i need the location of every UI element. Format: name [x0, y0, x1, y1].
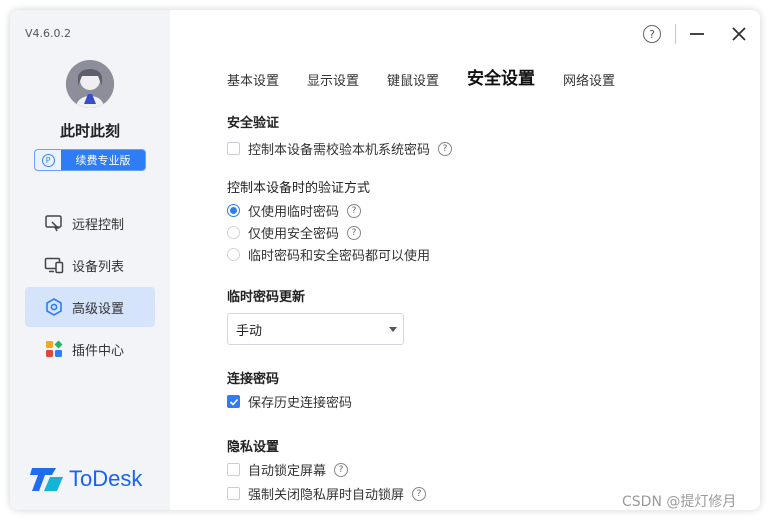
tab-network-settings[interactable]: 网络设置 — [563, 70, 615, 89]
close-icon[interactable] — [732, 27, 746, 41]
sidebar-item-device-list[interactable]: 设备列表 — [25, 245, 155, 285]
pro-icon: P — [35, 150, 61, 170]
logo-text: ToDesk — [69, 466, 143, 491]
option-label: 仅使用临时密码 — [248, 205, 340, 220]
auto-lock-screen-checkbox[interactable] — [227, 463, 240, 476]
section-title-privacy-settings: 隐私设置 — [227, 440, 280, 455]
security-password-radio[interactable] — [227, 226, 240, 239]
save-history-password-option[interactable]: 保存历史连接密码 — [227, 392, 352, 411]
help-icon[interactable]: ? — [347, 203, 362, 218]
chevron-down-icon — [389, 327, 397, 332]
tab-basic-settings[interactable]: 基本设置 — [227, 70, 279, 89]
save-history-password-checkbox[interactable] — [227, 395, 240, 408]
help-icon[interactable]: ? — [643, 25, 661, 43]
help-icon[interactable]: ? — [412, 486, 427, 501]
sidebar-item-label: 高级设置 — [72, 301, 125, 317]
tab-keyboard-mouse-settings[interactable]: 键鼠设置 — [387, 70, 439, 89]
sidebar-item-advanced-settings[interactable]: 高级设置 — [25, 287, 155, 327]
username: 此时此刻 — [59, 122, 120, 140]
help-icon[interactable]: ? — [334, 462, 349, 477]
version-label: V4.6.0.2 — [25, 27, 72, 40]
temp-password-radio[interactable] — [227, 204, 240, 217]
advanced-settings-icon — [44, 297, 64, 317]
renew-pro-badge[interactable]: P 续费专业版 — [34, 149, 146, 171]
sidebar-item-label: 远程控制 — [72, 217, 125, 233]
window-controls: ? — [643, 24, 746, 44]
help-icon[interactable]: ? — [347, 225, 362, 240]
todesk-logo-icon — [30, 468, 63, 491]
method-option-security-password[interactable]: 仅使用安全密码 ? — [227, 223, 362, 242]
sidebar-item-remote-control[interactable]: 远程控制 — [25, 203, 155, 243]
select-value: 手动 — [236, 323, 263, 339]
method-option-both-passwords[interactable]: 临时密码和安全密码都可以使用 — [227, 245, 430, 264]
section-title-verification-method: 控制本设备时的验证方式 — [227, 181, 371, 196]
watermark: CSDN @提灯修月 — [622, 494, 737, 510]
both-passwords-radio[interactable] — [227, 248, 240, 261]
sidebar-nav: 远程控制 设备列表 高级设置 插件中心 — [25, 203, 155, 371]
option-label: 临时密码和安全密码都可以使用 — [248, 249, 431, 264]
minimize-icon[interactable] — [690, 33, 704, 35]
device-list-icon — [44, 255, 64, 275]
help-icon[interactable]: ? — [438, 141, 453, 156]
todesk-logo: ToDesk — [30, 464, 142, 494]
force-close-privacy-lock-checkbox[interactable] — [227, 487, 240, 500]
app-window: V4.6.0.2 此时此刻 P 续费专业版 远程控制 设备列表 高级设置 插件中… — [10, 10, 760, 510]
divider — [675, 24, 676, 44]
option-label: 保存历史连接密码 — [248, 396, 353, 411]
verify-system-password-option[interactable]: 控制本设备需校验本机系统密码 ? — [227, 139, 453, 158]
section-title-connection-password: 连接密码 — [227, 372, 280, 387]
tab-security-settings[interactable]: 安全设置 — [467, 64, 535, 89]
renew-pro-label: 续费专业版 — [75, 154, 131, 167]
temp-password-update-select[interactable]: 手动 — [227, 313, 404, 345]
tab-display-settings[interactable]: 显示设置 — [307, 70, 359, 89]
remote-control-icon — [44, 213, 64, 233]
sidebar: V4.6.0.2 此时此刻 P 续费专业版 远程控制 设备列表 高级设置 插件中… — [10, 10, 170, 510]
settings-tabs: 基本设置 显示设置 键鼠设置 安全设置 网络设置 — [227, 64, 643, 89]
option-label: 强制关闭隐私屏时自动锁屏 — [248, 488, 405, 503]
option-label: 控制本设备需校验本机系统密码 — [248, 143, 431, 158]
main-panel: ? 基本设置 显示设置 键鼠设置 安全设置 网络设置 安全验证 控制本设备需校验… — [170, 10, 760, 510]
avatar[interactable] — [66, 60, 114, 108]
auto-lock-screen-option[interactable]: 自动锁定屏幕 ? — [227, 460, 349, 479]
method-option-temp-password[interactable]: 仅使用临时密码 ? — [227, 201, 362, 220]
force-close-privacy-lock-option[interactable]: 强制关闭隐私屏时自动锁屏 ? — [227, 484, 427, 503]
section-title-temp-password-update: 临时密码更新 — [227, 290, 306, 305]
section-title-security-verification: 安全验证 — [227, 116, 280, 131]
sidebar-item-label: 设备列表 — [72, 259, 125, 275]
sidebar-item-plugin-center[interactable]: 插件中心 — [25, 329, 155, 369]
sidebar-item-label: 插件中心 — [72, 343, 125, 359]
verify-system-password-checkbox[interactable] — [227, 142, 240, 155]
plugin-center-icon — [44, 339, 64, 359]
option-label: 仅使用安全密码 — [248, 227, 340, 242]
option-label: 自动锁定屏幕 — [248, 464, 327, 479]
